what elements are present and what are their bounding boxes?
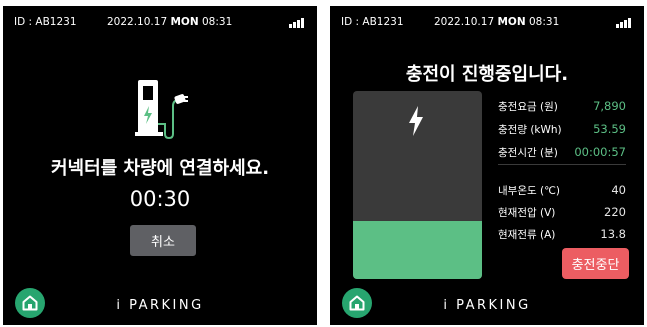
info-row: 현재전류 (A) 13.8 (498, 227, 626, 241)
status-bar: ID : AB1231 2022.10.17 MON 08:31 (3, 16, 317, 34)
status-bar: ID : AB1231 2022.10.17 MON 08:31 (330, 16, 644, 34)
datetime: 2022.10.17 MON 08:31 (107, 16, 233, 28)
lightning-bolt-icon (409, 106, 423, 136)
charging-title: 충전이 진행중입니다. (405, 64, 569, 85)
datetime: 2022.10.17 MON 08:31 (434, 16, 560, 28)
connect-screen: ID : AB1231 2022.10.17 MON 08:31 커넥터를 차량… (3, 6, 317, 325)
info-row: 내부온도 (℃) 40 (498, 183, 626, 197)
stat-row: 충전량 (kWh) 53.59 (498, 122, 626, 136)
brand-logo: i PARKING (116, 298, 204, 313)
info-row: 현재전압 (V) 220 (498, 205, 626, 219)
countdown-timer: 00:30 (129, 187, 191, 211)
device-id: ID : AB1231 (341, 16, 404, 28)
cancel-button[interactable]: 취소 (130, 225, 196, 256)
stat-row: 충전시간 (분) 00:00:57 (498, 145, 626, 159)
ev-charger-icon (135, 80, 188, 140)
stat-row: 충전요금 (원) 7,890 (498, 99, 626, 113)
connect-message: 커넥터를 차량에 연결하세요. (50, 158, 270, 179)
signal-bars-icon (616, 18, 632, 28)
device-id: ID : AB1231 (14, 16, 77, 28)
brand-logo: i PARKING (443, 298, 531, 313)
charging-screen: ID : AB1231 2022.10.17 MON 08:31 충전이 진행중… (330, 6, 644, 325)
signal-bars-icon (289, 18, 305, 28)
stop-charging-button[interactable]: 충전중단 (562, 248, 629, 279)
divider (498, 164, 626, 165)
battery-fill (353, 220, 482, 279)
